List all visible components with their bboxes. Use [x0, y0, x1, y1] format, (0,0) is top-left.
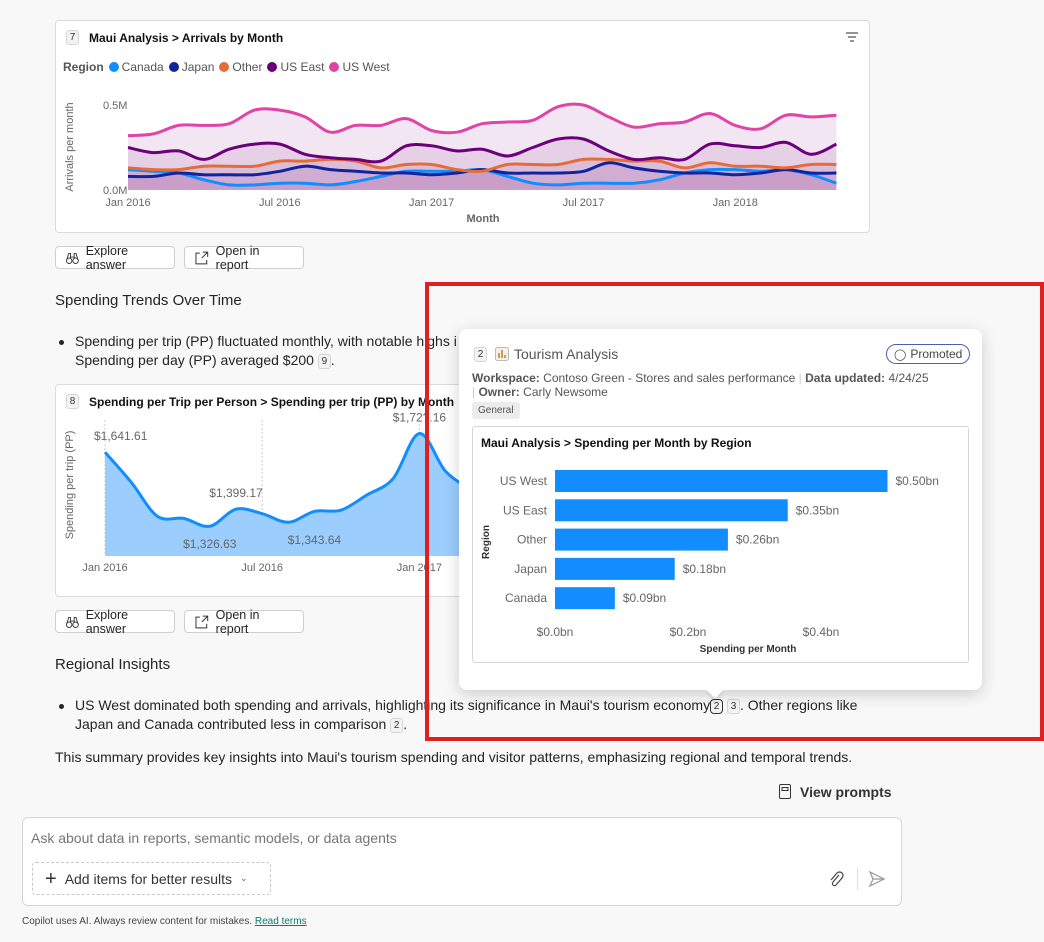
citation-badge[interactable]: 9 — [317, 354, 331, 369]
prompt-book-icon — [779, 784, 791, 799]
section-heading: Regional Insights — [55, 656, 171, 673]
chevron-down-icon: ⌄ — [239, 873, 248, 883]
chat-input[interactable] — [31, 830, 791, 846]
arrivals-line-chart: 0.0M 0.5M Jan 2016 Jul 2016 Jan 2017 Jul 2017… — [64, 100, 838, 225]
paragraph-line: Spending per day (PP) averaged $200 9. — [75, 351, 335, 370]
binoculars-icon — [65, 252, 79, 264]
open-in-report-label: Open in report — [215, 607, 260, 636]
divider — [857, 868, 858, 890]
text: . — [330, 352, 335, 368]
x-tick-label: Jul 2016 — [259, 197, 301, 209]
x-tick-label: Jan 2016 — [105, 197, 150, 209]
explore-answer-label: Explore answer — [85, 243, 129, 272]
data-label: $1,641.61 — [94, 429, 148, 443]
explore-answer-label: Explore answer — [85, 607, 129, 636]
bullet — [59, 704, 64, 709]
y-axis-title: Arrivals per month — [64, 102, 76, 191]
arrivals-chart-card: 7 Maui Analysis > Arrivals by Month Regi… — [55, 20, 870, 233]
open-external-icon — [195, 615, 209, 628]
text: Japan and Canada contributed less in com… — [75, 716, 387, 732]
open-in-report-button[interactable]: Open in report — [184, 607, 304, 636]
summary-text: This summary provides key insights into … — [55, 749, 853, 765]
attach-icon[interactable] — [828, 870, 844, 888]
x-tick-label: Jan 2016 — [82, 562, 127, 574]
binoculars-icon — [65, 616, 79, 628]
bullet — [59, 340, 64, 345]
view-prompts-button[interactable]: View prompts — [778, 783, 892, 800]
explore-answer-button[interactable]: Explore answer — [55, 607, 175, 636]
y-tick-label: 0.5M — [103, 100, 127, 112]
section-heading: Spending Trends Over Time — [55, 292, 242, 309]
paragraph-line: Spending per trip (PP) fluctuated monthl… — [75, 333, 457, 349]
x-tick-label: Jul 2017 — [563, 197, 605, 209]
open-external-icon — [195, 251, 209, 264]
x-axis-title: Month — [467, 213, 500, 225]
footer-disclaimer: Copilot uses AI. Always review content f… — [22, 916, 307, 927]
plus-icon: + — [45, 867, 57, 890]
send-icon[interactable] — [868, 870, 886, 888]
x-tick-label: Jan 2018 — [713, 197, 758, 209]
add-items-label: Add items for better results — [64, 870, 232, 887]
y-axis-title: Spending per trip (PP) — [64, 431, 76, 540]
chat-input-box[interactable]: + Add items for better results ⌄ — [22, 817, 902, 906]
add-items-button[interactable]: + Add items for better results ⌄ — [32, 862, 271, 895]
view-prompts-label: View prompts — [800, 783, 892, 800]
citation-badge[interactable]: 2 — [390, 718, 404, 733]
highlight-box — [425, 282, 1044, 741]
paragraph-line: Japan and Canada contributed less in com… — [75, 715, 407, 734]
text: Spending per day (PP) averaged $200 — [75, 352, 314, 368]
explore-answer-button[interactable]: Explore answer — [55, 243, 175, 272]
data-label: $1,343.64 — [288, 533, 342, 547]
text: . — [403, 716, 408, 732]
read-terms-link[interactable]: Read terms — [255, 916, 307, 927]
data-label: $1,326.63 — [183, 537, 237, 551]
disclaimer-text: Copilot uses AI. Always review content f… — [22, 916, 253, 927]
x-tick-label: Jan 2017 — [409, 197, 454, 209]
open-in-report-label: Open in report — [215, 243, 260, 272]
open-in-report-button[interactable]: Open in report — [184, 243, 304, 272]
x-tick-label: Jul 2016 — [241, 562, 283, 574]
y-tick-label: 0.0M — [103, 185, 127, 197]
data-label: $1,399.17 — [209, 486, 263, 500]
